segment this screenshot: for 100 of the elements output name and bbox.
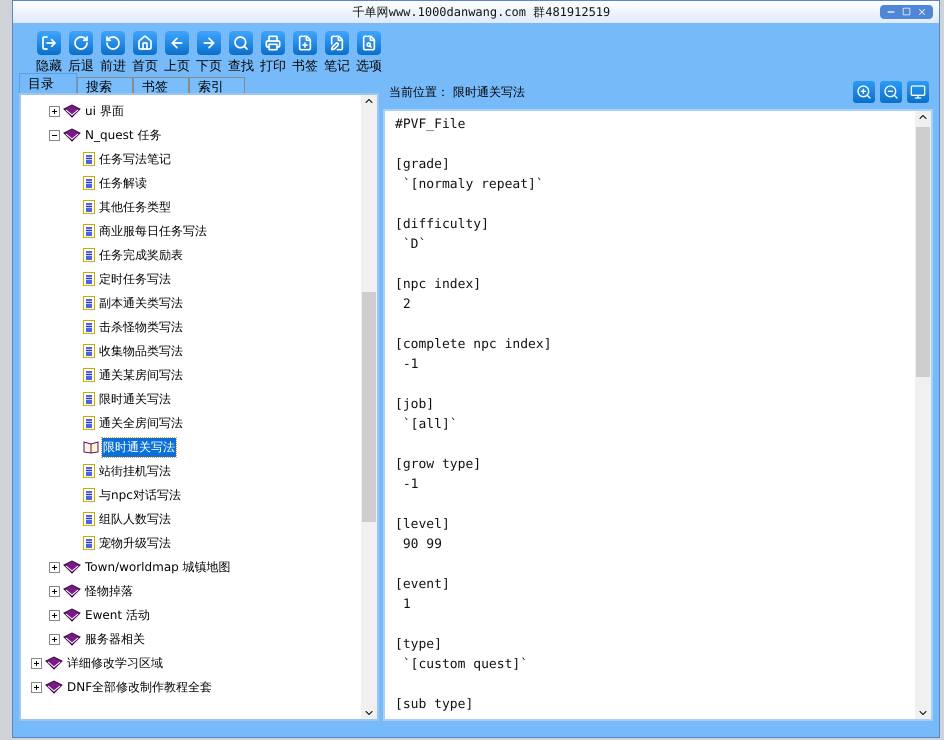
maximize-icon — [902, 7, 911, 16]
toolbar-button[interactable]: 隐藏 — [35, 31, 63, 75]
open-book-icon — [83, 440, 99, 454]
zoom-out-button[interactable] — [880, 81, 902, 103]
expand-icon[interactable] — [49, 634, 60, 644]
location-text: 当前位置： 限时通关写法 — [389, 84, 525, 100]
document-icon — [83, 248, 95, 262]
scrollbar[interactable] — [915, 111, 931, 719]
tree-item[interactable]: 组队人数写法 — [98, 510, 172, 528]
tab[interactable]: 书签 — [133, 77, 189, 94]
book-icon — [63, 128, 81, 142]
window-title: 千单网www.1000danwang.com 群481912519 — [352, 4, 612, 20]
tree-item[interactable]: 其他任务类型 — [98, 198, 172, 216]
book-icon — [45, 656, 63, 670]
back-icon — [69, 31, 93, 55]
document-icon — [83, 536, 95, 550]
toolbar-button[interactable]: 首页 — [131, 31, 159, 75]
expand-icon[interactable] — [49, 562, 60, 572]
content-line: [npc index] — [395, 276, 482, 294]
expand-icon[interactable] — [31, 682, 42, 692]
forward-icon — [101, 31, 125, 55]
toolbar-button[interactable]: 后退 — [67, 31, 95, 75]
tree-item[interactable]: 通关某房间写法 — [98, 366, 184, 384]
toolbar-button[interactable]: 打印 — [259, 31, 287, 75]
toolbar-button[interactable]: 前进 — [99, 31, 127, 75]
document-icon — [83, 512, 95, 526]
tree-item[interactable]: 限时通关写法 — [102, 438, 176, 456]
document-icon — [83, 272, 95, 286]
tree-item[interactable]: 副本通关类写法 — [98, 294, 184, 312]
tree-item[interactable]: 详细修改学习区域 — [66, 654, 164, 672]
tab[interactable]: 目录 — [19, 73, 77, 94]
tree-item[interactable]: 通关全房间写法 — [98, 414, 184, 432]
tree-item[interactable]: DNF全部修改制作教程全套 — [66, 678, 214, 696]
tree-item[interactable]: 任务解读 — [98, 174, 148, 192]
expand-icon[interactable] — [49, 106, 60, 116]
content-line: `[all]` — [402, 416, 459, 434]
expand-icon[interactable] — [49, 586, 60, 596]
content-line: `[custom quest]` — [402, 656, 530, 674]
hide-icon — [37, 31, 61, 55]
tree-item[interactable]: 任务完成奖励表 — [98, 246, 184, 264]
content-line: [grade] — [395, 156, 451, 174]
close-icon — [917, 7, 927, 17]
toolbar-button[interactable]: 笔记 — [323, 31, 351, 75]
book-icon — [63, 632, 81, 646]
document-icon — [83, 488, 95, 502]
print-icon — [261, 31, 285, 55]
tree-item[interactable]: 任务写法笔记 — [98, 150, 172, 168]
content-line: [level] — [395, 516, 451, 534]
zoom-in-button[interactable] — [853, 81, 875, 103]
document-icon — [83, 200, 95, 214]
tree-item[interactable]: 服务器相关 — [84, 630, 146, 648]
document-icon — [83, 296, 95, 310]
toolbar-button[interactable]: 书签 — [291, 31, 319, 75]
content-line: [sub type] — [395, 696, 474, 714]
document-icon — [83, 152, 95, 166]
content-line: 1 — [402, 596, 412, 614]
content-line: `[normaly repeat]` — [402, 176, 545, 194]
tree-item[interactable]: Ewent 活动 — [84, 606, 151, 624]
tree-item[interactable]: ui 界面 — [84, 102, 125, 120]
prev-icon — [165, 31, 189, 55]
close-button[interactable] — [917, 7, 927, 17]
book-icon — [63, 608, 81, 622]
tree-item[interactable]: 商业服每日任务写法 — [98, 222, 208, 240]
find-icon — [229, 31, 253, 55]
expand-icon[interactable] — [49, 610, 60, 620]
tab[interactable]: 搜索 — [77, 77, 133, 94]
tree-item[interactable]: 定时任务写法 — [98, 270, 172, 288]
document-icon — [83, 464, 95, 478]
content-line: #PVF_File — [395, 116, 466, 134]
tree-item[interactable]: 击杀怪物类写法 — [98, 318, 184, 336]
tree-item[interactable]: 与npc对话写法 — [98, 486, 182, 504]
tree-item[interactable]: N_quest 任务 — [84, 126, 162, 144]
toolbar-button[interactable]: 选项 — [355, 31, 383, 75]
fullscreen-button[interactable] — [907, 81, 929, 103]
toolbar-button[interactable]: 下页 — [195, 31, 223, 75]
tree-item[interactable]: Town/worldmap 城镇地图 — [84, 558, 232, 576]
toolbar-button[interactable]: 查找 — [227, 31, 255, 75]
tree-item[interactable]: 宠物升级写法 — [98, 534, 172, 552]
document-icon — [83, 176, 95, 190]
content-line: -1 — [402, 476, 420, 494]
tree-item[interactable]: 站街挂机写法 — [98, 462, 172, 480]
content-line: [type] — [395, 636, 443, 654]
document-icon — [83, 368, 95, 382]
document-icon — [83, 320, 95, 334]
document-icon — [83, 344, 95, 358]
tree-item[interactable]: 收集物品类写法 — [98, 342, 184, 360]
bookmark-icon — [293, 31, 317, 55]
maximize-button[interactable] — [902, 7, 911, 17]
tree-item[interactable]: 怪物掉落 — [84, 582, 134, 600]
content-line: [grow type] — [395, 456, 482, 474]
tab[interactable]: 索引 — [189, 77, 245, 94]
scrollbar[interactable] — [361, 95, 377, 719]
toolbar-button[interactable]: 上页 — [163, 31, 191, 75]
collapse-icon[interactable] — [49, 130, 60, 140]
content-line: [job] — [395, 396, 436, 414]
tree-item[interactable]: 限时通关写法 — [98, 390, 172, 408]
options-icon — [357, 31, 381, 55]
content-line: [event] — [395, 576, 451, 594]
document-icon — [83, 416, 95, 430]
expand-icon[interactable] — [31, 658, 42, 668]
